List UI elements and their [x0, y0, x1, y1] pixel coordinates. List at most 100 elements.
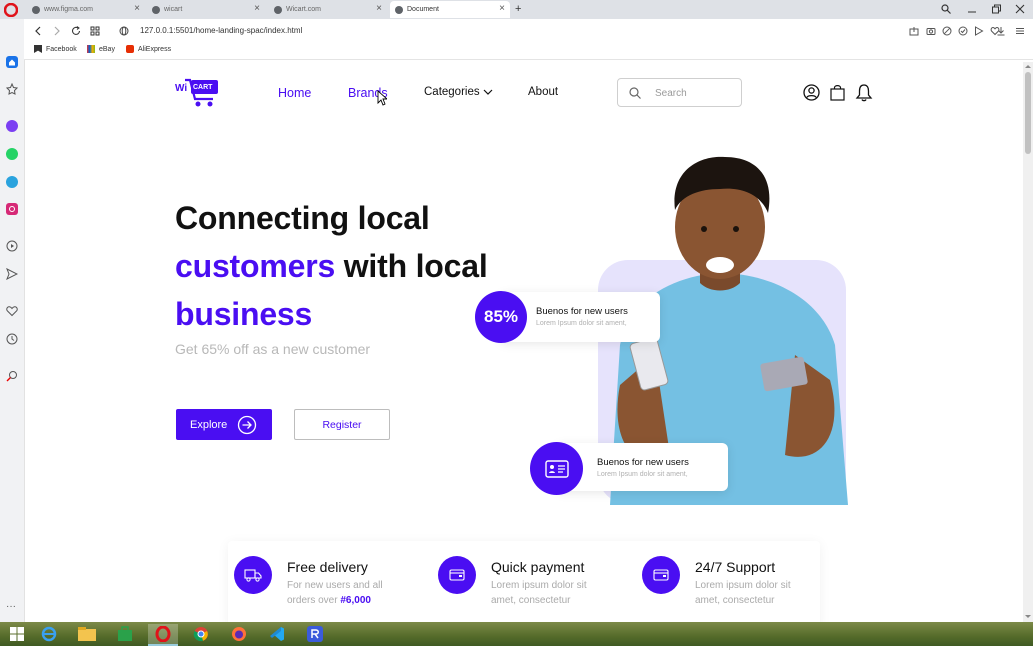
wallet-icon-badge — [642, 556, 680, 594]
back-icon[interactable] — [33, 26, 43, 36]
bell-icon[interactable] — [855, 83, 873, 102]
taskbar-app[interactable] — [300, 624, 330, 644]
feature-quick-payment: Quick payment Lorem ipsum dolor sit amet… — [438, 556, 628, 612]
start-button[interactable] — [2, 624, 32, 644]
taskbar-opera[interactable] — [148, 624, 178, 646]
arrow-right-circle-icon — [237, 415, 257, 435]
bookmark-icon — [34, 45, 42, 53]
bookmark-facebook[interactable]: Facebook — [34, 45, 77, 53]
search-box[interactable]: Search — [617, 78, 742, 107]
taskbar-explorer[interactable] — [72, 624, 102, 644]
address-bar-row: 127.0.0.1:5501/home-landing-spac/index.h… — [24, 19, 1033, 43]
forward-icon[interactable] — [52, 26, 62, 36]
browser-tab[interactable]: wicart × — [147, 1, 265, 18]
history-icon[interactable] — [6, 333, 18, 345]
taskbar-ie[interactable] — [34, 624, 64, 644]
close-icon[interactable]: × — [376, 4, 382, 14]
taskbar-chrome[interactable] — [186, 624, 216, 644]
mouse-cursor-icon — [377, 90, 387, 106]
globe-icon — [395, 5, 403, 14]
globe-icon — [274, 5, 282, 14]
home-sidebar-icon[interactable] — [6, 56, 18, 68]
discount-badge: 85% — [475, 291, 527, 343]
adblock-icon[interactable] — [942, 26, 952, 36]
download-icon[interactable] — [996, 26, 1006, 36]
player-icon[interactable] — [6, 240, 18, 252]
explore-button[interactable]: Explore — [176, 409, 272, 440]
send-icon[interactable] — [6, 268, 18, 280]
nav-home[interactable]: Home — [278, 86, 311, 100]
opera-logo-icon[interactable] — [4, 3, 18, 17]
more-icon[interactable]: ··· — [6, 601, 16, 612]
browser-sidebar: ··· — [0, 19, 25, 622]
close-icon[interactable]: × — [499, 4, 505, 14]
url-field[interactable]: 127.0.0.1:5501/home-landing-spac/index.h… — [140, 26, 302, 35]
logo[interactable]: Wi CART — [175, 77, 220, 109]
page-scrollbar[interactable] — [1023, 62, 1033, 622]
taskbar-vscode[interactable] — [262, 624, 292, 644]
whatsapp-icon[interactable] — [6, 148, 18, 160]
hero-heading-line2: customers with local — [175, 248, 488, 284]
windows-taskbar — [0, 622, 1033, 646]
camera-icon[interactable] — [926, 26, 936, 36]
firefox-icon — [232, 627, 246, 641]
browser-tab[interactable]: Wicart.com × — [269, 1, 387, 18]
menu-icon[interactable] — [1015, 26, 1025, 36]
browser-tab-bar: www.figma.com × wicart × Wicart.com × Docum… — [0, 0, 1033, 19]
close-icon[interactable]: × — [134, 4, 140, 14]
star-icon[interactable] — [6, 83, 18, 95]
close-icon[interactable]: × — [254, 4, 260, 14]
minimize-icon[interactable] — [967, 4, 977, 14]
heart-icon[interactable] — [6, 305, 18, 317]
search-icon — [629, 87, 641, 99]
browser-tab-active[interactable]: Document × — [390, 1, 510, 18]
new-tab-button[interactable]: + — [515, 2, 521, 16]
bookmarks-bar: Facebook eBay AliExpress — [24, 43, 1033, 60]
nav-categories[interactable]: Categories — [424, 86, 493, 98]
store-icon — [118, 626, 132, 641]
taskbar-store[interactable] — [110, 624, 140, 644]
bookmark-ebay[interactable]: eBay — [87, 45, 115, 53]
chrome-icon — [193, 627, 208, 642]
register-button[interactable]: Register — [294, 409, 390, 440]
pin-icon[interactable] — [6, 370, 18, 382]
share-icon[interactable] — [909, 26, 919, 36]
hero-heading-line1: Connecting local — [175, 200, 430, 236]
page-viewport: Wi CART Home Brands Categories About Sea… — [24, 60, 1023, 622]
restore-icon[interactable] — [991, 4, 1001, 14]
app-icon — [307, 626, 323, 642]
instagram-icon[interactable] — [6, 203, 18, 215]
vpn-icon[interactable] — [958, 26, 968, 36]
tabs-grid-icon[interactable] — [90, 26, 100, 36]
user-icon[interactable] — [803, 84, 820, 101]
ebay-icon — [87, 45, 95, 53]
vscode-icon — [270, 627, 284, 641]
truck-icon-badge — [234, 556, 272, 594]
close-window-icon[interactable] — [1015, 4, 1025, 14]
scroll-down-icon[interactable] — [1024, 614, 1032, 620]
reload-icon[interactable] — [71, 26, 81, 36]
messenger-icon[interactable] — [6, 120, 18, 132]
feature-free-delivery: Free delivery For new users and all orde… — [234, 556, 424, 612]
feature-support: 24/7 Support Lorem ipsum dolor sit amet,… — [642, 556, 832, 612]
browser-tab[interactable]: www.figma.com × — [27, 1, 145, 18]
opera-icon — [155, 626, 171, 642]
scrollbar-thumb[interactable] — [1025, 72, 1031, 154]
search-icon[interactable] — [941, 4, 951, 14]
telegram-icon[interactable] — [6, 176, 18, 188]
id-card-icon — [544, 459, 569, 478]
bookmark-aliexpress[interactable]: AliExpress — [126, 45, 171, 53]
wallet-icon-badge — [438, 556, 476, 594]
nav-about[interactable]: About — [528, 86, 558, 98]
flow-icon[interactable] — [974, 26, 984, 36]
globe-icon — [152, 5, 160, 14]
scroll-up-icon[interactable] — [1024, 63, 1032, 69]
truck-icon — [244, 569, 262, 582]
aliexpress-icon — [126, 45, 134, 53]
globe-icon — [32, 5, 40, 14]
taskbar-firefox[interactable] — [224, 624, 254, 644]
shopping-bag-icon[interactable] — [830, 84, 845, 101]
search-input[interactable]: Search — [655, 88, 687, 99]
page: Wi CART Home Brands Categories About Sea… — [24, 60, 1023, 622]
id-card-badge — [530, 442, 583, 495]
